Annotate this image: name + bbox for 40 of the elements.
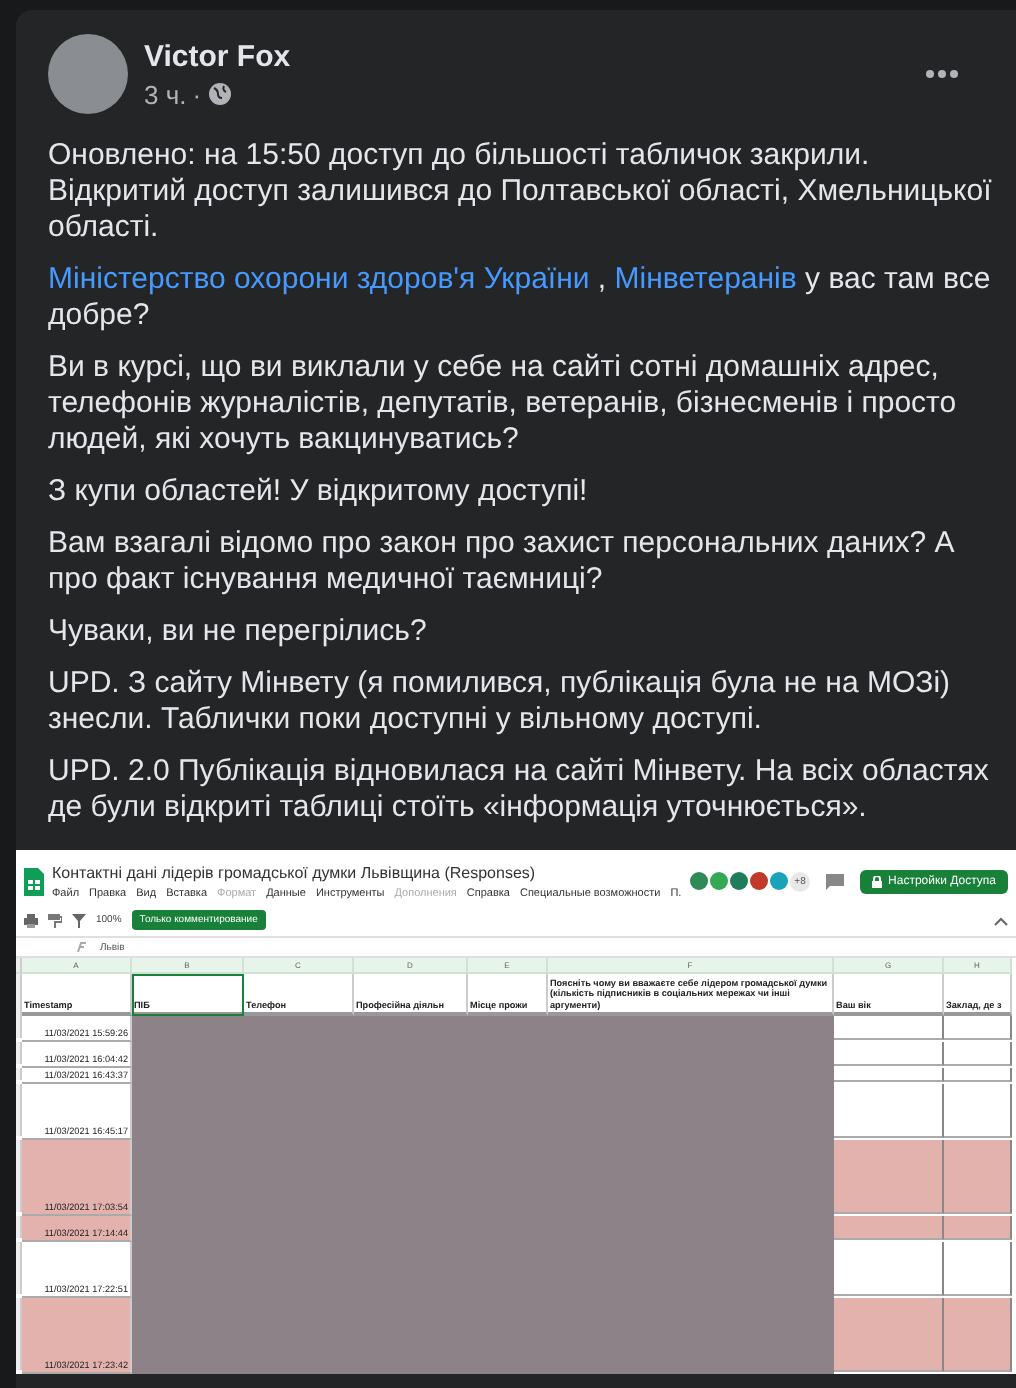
table-cell: [834, 1216, 944, 1240]
paint-roller-icon[interactable]: [48, 913, 62, 928]
link[interactable]: Мінветеранів: [614, 262, 797, 296]
document-title[interactable]: Контактні дані лідерів громадської думки Львівщина (Responses): [52, 863, 683, 882]
formula-icon: [76, 942, 88, 953]
author-name[interactable]: Victor Fox: [144, 39, 908, 73]
collaborator-avatar[interactable]: [730, 872, 749, 891]
table-cell: [834, 1140, 944, 1214]
table-cell: [834, 1084, 944, 1138]
table-cell: [944, 1140, 1012, 1214]
post-paragraph: З купи областей! У відкритому доступі!: [48, 474, 590, 510]
separator-dot: ·: [192, 79, 202, 109]
collaborator-avatar[interactable]: [750, 872, 769, 891]
post-paragraph: Оновлено: на 15:50 доступ до більшості табличок закрили. Відкритий доступ залишився до Полтавської області, Хмельницької області.: [48, 138, 994, 246]
table-cell: [944, 1216, 1012, 1240]
filter-icon[interactable]: [72, 913, 86, 928]
collaborator-avatar[interactable]: [710, 872, 729, 891]
post-paragraph: Вам взагалі відомо про закон про захист персональних даних? А про факт існування медичної таємниці?: [48, 526, 957, 598]
more-options-icon[interactable]: [924, 68, 960, 80]
table-cell: [834, 1242, 944, 1296]
collapse-caret-icon[interactable]: [994, 915, 1008, 926]
post-time[interactable]: 3 ч.: [144, 79, 187, 109]
post-paragraph: Ви в курсі, що ви виклали у себе на сайті сотні домашніх адрес, телефонів журналістів, депутатів, ветеранів, бізнесменів і просто людей, які хочуть вакцинуватись?: [48, 350, 959, 458]
spreadsheet-logo-icon[interactable]: [24, 867, 44, 896]
avatar[interactable]: [48, 34, 128, 114]
post-paragraph: Чуваки, ви не перегрілись?: [48, 614, 429, 650]
table-cell: [834, 1298, 944, 1372]
table-cell: [834, 1016, 944, 1040]
table-cell: [944, 1298, 1012, 1372]
link[interactable]: Міністерство охорони здоров'я України: [48, 262, 590, 296]
comment-icon[interactable]: [826, 873, 845, 890]
print-icon[interactable]: [24, 913, 38, 928]
post-paragraph: UPD. 2.0 Публікація відновилася на сайті Мінвету. На всіх областях де були відкриті таблиці стоїть «інформація уточнюється».: [48, 754, 991, 826]
globe-icon: [207, 82, 232, 106]
table-cell: [834, 1042, 944, 1066]
lock-icon: [872, 875, 883, 888]
collaborator-avatar[interactable]: [770, 872, 789, 891]
collaborator-avatar[interactable]: [690, 872, 709, 891]
post-paragraph: UPD. З сайту Мінвету (я помилився, публікація була не на МОЗі) знесли. Таблички поки доступні у вільному доступі.: [48, 666, 953, 738]
post-paragraph: Міністерство охорони здоров'я України , Мінветеранів у вас там все добре?: [48, 262, 993, 334]
